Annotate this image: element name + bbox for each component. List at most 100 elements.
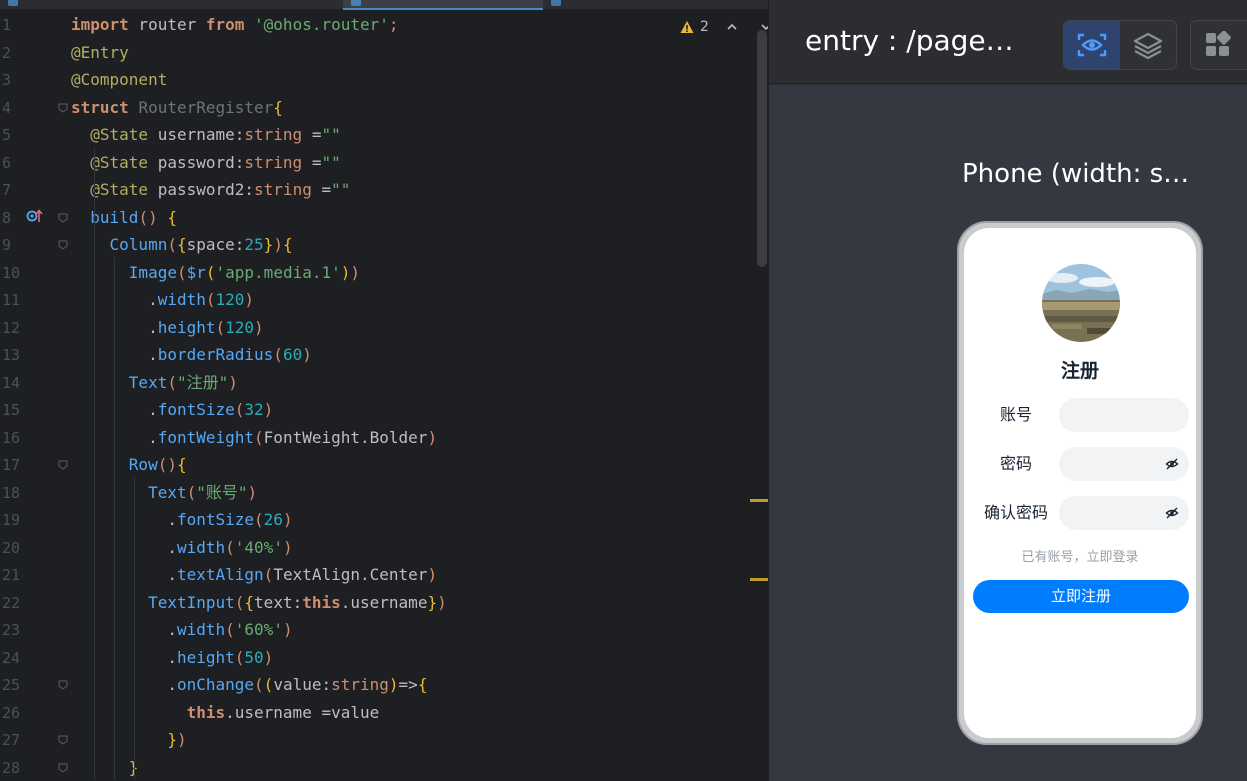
code-line[interactable]: .height(120)	[71, 314, 264, 342]
code-token: $r	[186, 262, 206, 282]
override-gutter-icon[interactable]	[26, 207, 44, 225]
code-token: username:	[148, 125, 245, 144]
code-line[interactable]: .fontSize(26)	[71, 506, 292, 534]
code-token: ()	[157, 455, 177, 474]
warning-stripe-marker[interactable]	[750, 578, 768, 581]
editor-scrollbar[interactable]	[757, 30, 767, 267]
code-line[interactable]: Text("账号")	[71, 479, 257, 507]
code-token: (	[167, 235, 177, 254]
code-editor[interactable]: 1 2 3 4 5 6 7 8 9 10 11 12 13 14 15 16 17 18 19 20 21 22 23 24 2…	[0, 0, 768, 781]
previewer-panel: entry : /page… Phone (width: s… 注册 账号 密码…	[768, 0, 1247, 781]
line-number: 20	[2, 538, 21, 557]
phone-frame: 注册 账号 密码 确认密码 已有账号，立即登录 立即注册	[957, 221, 1203, 745]
code-token: ""	[321, 152, 341, 172]
code-token: =	[311, 180, 332, 199]
code-token: password2:	[148, 180, 255, 199]
phone-screen[interactable]: 注册 账号 密码 确认密码 已有账号，立即登录 立即注册	[964, 228, 1196, 738]
password-input[interactable]	[1059, 447, 1189, 481]
view-mode-toggle	[1063, 20, 1177, 70]
code-line[interactable]: .width('40%')	[71, 534, 292, 562]
code-token: width	[176, 537, 226, 557]
line-number: 23	[2, 621, 21, 639]
line-number: 5	[2, 126, 12, 144]
login-link[interactable]: 已有账号，立即登录	[964, 546, 1196, 565]
code-token: @State	[90, 152, 149, 172]
code-line[interactable]: Column({space:25}){	[71, 231, 293, 259]
code-token: (	[263, 565, 274, 584]
code-line[interactable]: .onChange((value:string)=>{	[71, 671, 427, 699]
code-token: (	[225, 537, 235, 557]
code-token: fontSize	[176, 510, 255, 529]
code-token: (	[176, 262, 187, 282]
code-token: 'app.media.1'	[215, 262, 341, 282]
code-line[interactable]: .borderRadius(60)	[71, 341, 312, 369]
fold-toggle-icon[interactable]	[58, 680, 68, 690]
chevron-up-icon[interactable]	[725, 20, 739, 34]
fold-toggle-icon[interactable]	[58, 103, 68, 113]
line-number: 1	[2, 16, 12, 34]
register-button[interactable]: 立即注册	[973, 580, 1189, 613]
code-token: width	[176, 620, 226, 639]
code-line[interactable]: }	[71, 754, 139, 781]
code-line[interactable]: struct RouterRegister{	[71, 94, 283, 122]
line-number: 11	[2, 291, 21, 309]
inspect-view-button[interactable]	[1064, 21, 1120, 69]
line-number: 21	[2, 566, 21, 584]
code-line[interactable]: @Entry	[71, 39, 129, 67]
eye-off-icon[interactable]	[1165, 506, 1179, 520]
code-line[interactable]: @State password:string =""	[71, 149, 341, 177]
fold-toggle-icon[interactable]	[58, 460, 68, 470]
editor-tab[interactable]	[0, 0, 200, 10]
fold-toggle-icon[interactable]	[58, 240, 68, 250]
editor-tab-active[interactable]	[343, 0, 543, 10]
fold-toggle-icon[interactable]	[58, 763, 68, 773]
code-line[interactable]: @State password2:string =""	[71, 176, 350, 204]
fold-toggle-icon[interactable]	[58, 735, 68, 745]
code-token: struct	[71, 97, 129, 117]
code-line[interactable]: @Component	[71, 66, 167, 94]
code-line[interactable]: .fontWeight(FontWeight.Bolder)	[71, 424, 437, 452]
code-line[interactable]: this.username =value	[71, 699, 380, 727]
code-line[interactable]: })	[71, 726, 186, 754]
warning-stripe-marker[interactable]	[750, 499, 768, 502]
code-line[interactable]: .textAlign(TextAlign.Center)	[71, 561, 437, 589]
code-line[interactable]: build() {	[71, 204, 177, 232]
code-token: space:	[186, 235, 245, 254]
indent-guide	[114, 257, 115, 780]
code-line[interactable]: Row(){	[71, 451, 187, 479]
code-line[interactable]: .width('60%')	[71, 616, 292, 644]
code-line[interactable]: .width(120)	[71, 286, 254, 314]
code-token: import	[71, 15, 129, 34]
code-token: (	[205, 262, 216, 282]
code-token: {	[417, 675, 428, 694]
eye-off-icon[interactable]	[1165, 457, 1179, 471]
code-token: ""	[331, 180, 351, 199]
code-line[interactable]: import router from '@ohos.router';	[71, 11, 399, 39]
code-token: {	[282, 235, 293, 254]
code-token: '60%'	[234, 620, 283, 639]
username-input[interactable]	[1059, 398, 1189, 432]
code-line[interactable]: Text("注册")	[71, 369, 238, 397]
code-token: TextAlign.Center	[273, 565, 428, 584]
code-line[interactable]: @State username:string =""	[71, 121, 340, 149]
line-number: 22	[2, 593, 21, 612]
inspection-widget[interactable]: 2	[680, 16, 768, 38]
code-token: Text	[128, 372, 168, 392]
code-token: fontWeight	[157, 427, 255, 447]
code-token: FontWeight.Bolder	[263, 427, 428, 447]
confirm-password-input[interactable]	[1059, 496, 1189, 530]
fold-toggle-icon[interactable]	[58, 213, 68, 223]
code-line[interactable]: .height(50)	[71, 644, 273, 672]
editor-tab[interactable]	[543, 0, 743, 10]
code-line[interactable]: .fontSize(32)	[71, 396, 273, 424]
code-token: value:	[273, 675, 332, 694]
code-line[interactable]: TextInput({text:this.username})	[71, 589, 447, 617]
component-tree-button[interactable]	[1190, 20, 1247, 70]
code-token: }	[263, 235, 274, 254]
layers-button[interactable]	[1120, 21, 1176, 69]
code-token: )	[388, 675, 399, 694]
